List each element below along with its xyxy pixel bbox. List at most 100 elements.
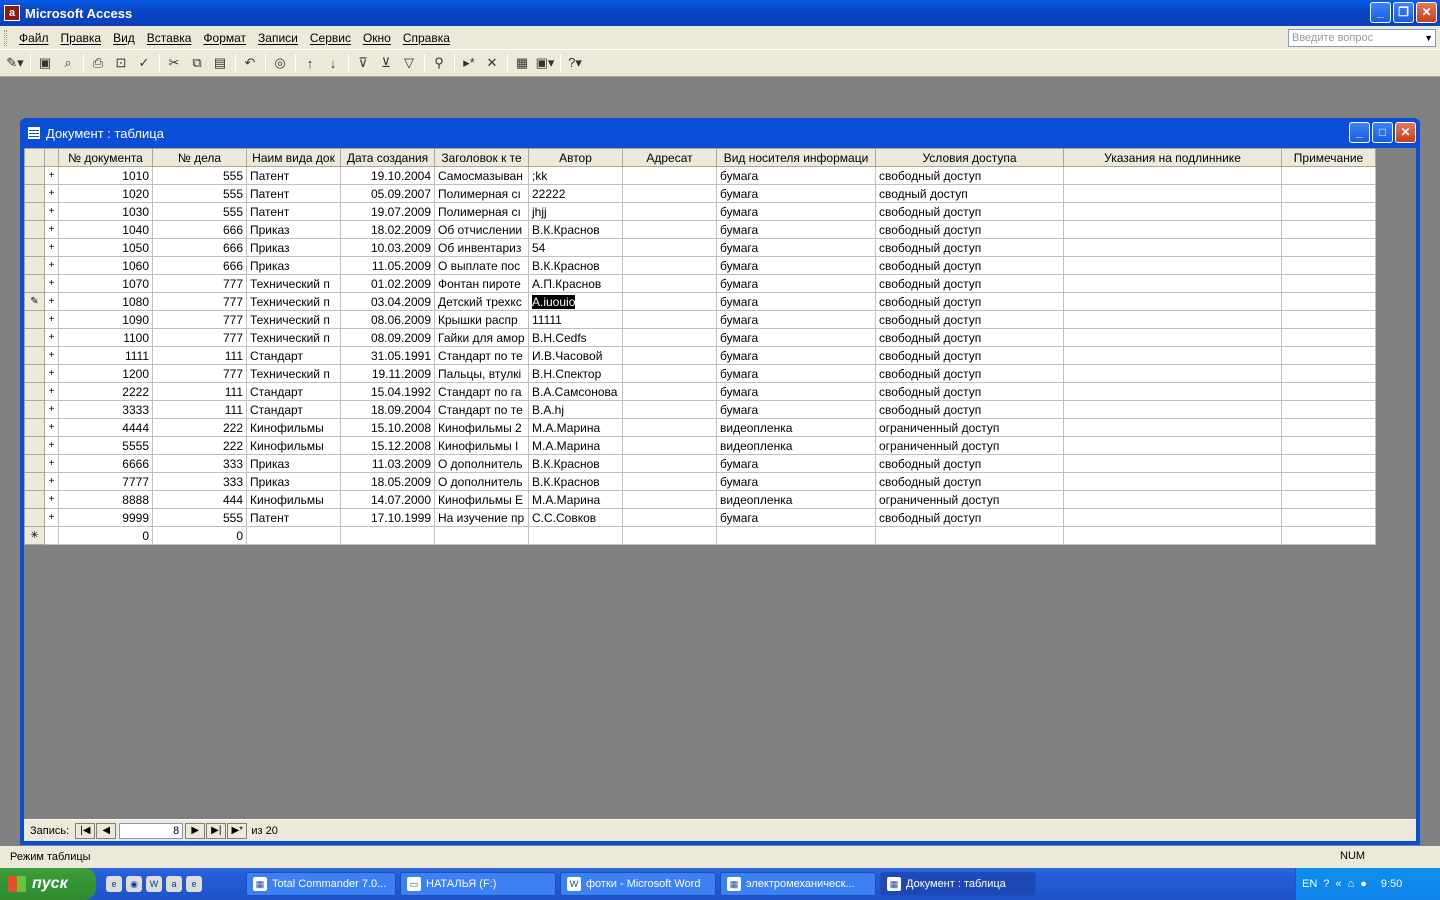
table-cell[interactable]: Приказ — [246, 454, 341, 473]
expand-subdatasheet-button[interactable]: + — [44, 454, 59, 473]
table-cell[interactable]: 111 — [152, 382, 247, 401]
column-header[interactable]: Адресат — [622, 148, 717, 167]
word-icon[interactable]: W — [146, 876, 162, 892]
table-cell[interactable]: свободный доступ — [875, 238, 1064, 257]
table-cell[interactable] — [622, 400, 717, 419]
select-all-cell[interactable] — [24, 148, 45, 167]
record-selector[interactable] — [24, 400, 45, 419]
expand-subdatasheet-button[interactable]: + — [44, 382, 59, 401]
table-cell[interactable]: бумага — [716, 166, 876, 185]
table-cell[interactable]: сводный доступ — [875, 184, 1064, 203]
table-cell[interactable]: 22222 — [528, 184, 623, 203]
taskbar-word[interactable]: Wфотки - Microsoft Word — [560, 872, 716, 896]
record-selector[interactable] — [24, 256, 45, 275]
new-record-cell[interactable] — [1281, 526, 1376, 545]
file-search-icon[interactable]: ⌕ — [57, 52, 79, 74]
table-cell[interactable]: В.Н.Cedfs — [528, 328, 623, 347]
new-record-selector[interactable]: ✳ — [24, 526, 45, 545]
table-cell[interactable]: свободный доступ — [875, 166, 1064, 185]
table-cell[interactable]: Полимерная сı — [434, 184, 529, 203]
chrome-icon[interactable]: ◉ — [126, 876, 142, 892]
table-cell[interactable]: бумага — [716, 220, 876, 239]
table-cell[interactable] — [622, 292, 717, 311]
table-cell[interactable]: Стандарт — [246, 400, 341, 419]
table-cell[interactable]: Патент — [246, 508, 341, 527]
table-cell[interactable]: 1090 — [58, 310, 153, 329]
table-cell[interactable] — [622, 508, 717, 527]
column-header[interactable]: Заголовок к те — [434, 148, 529, 167]
table-cell[interactable] — [622, 256, 717, 275]
table-cell[interactable]: 1020 — [58, 184, 153, 203]
column-header[interactable]: Дата создания — [340, 148, 435, 167]
column-header[interactable]: Вид носителя информаци — [716, 148, 876, 167]
table-cell[interactable]: свободный доступ — [875, 364, 1064, 383]
table-cell[interactable]: Самосмазыван — [434, 166, 529, 185]
current-record-input[interactable]: 8 — [119, 822, 184, 839]
table-cell[interactable]: 17.10.1999 — [340, 508, 435, 527]
table-cell[interactable]: 333 — [152, 472, 247, 491]
table-cell[interactable] — [1063, 418, 1282, 437]
column-header[interactable]: Примечание — [1281, 148, 1376, 167]
menu-file[interactable]: Файл — [13, 31, 55, 45]
expand-subdatasheet-button[interactable]: + — [44, 472, 59, 491]
table-cell[interactable] — [622, 184, 717, 203]
expand-subdatasheet-button[interactable]: + — [44, 184, 59, 203]
table-cell[interactable]: О дополнитель — [434, 472, 529, 491]
table-cell[interactable]: Гайки для амор — [434, 328, 529, 347]
table-cell[interactable]: 111 — [152, 346, 247, 365]
table-cell[interactable] — [1281, 238, 1376, 257]
table-cell[interactable] — [1063, 184, 1282, 203]
table-cell[interactable]: 777 — [152, 292, 247, 311]
expand-subdatasheet-button[interactable]: + — [44, 328, 59, 347]
table-cell[interactable]: Фонтан пироте — [434, 274, 529, 293]
table-cell[interactable] — [1063, 310, 1282, 329]
table-cell[interactable]: 777 — [152, 328, 247, 347]
expand-subdatasheet-button[interactable]: + — [44, 238, 59, 257]
table-cell[interactable]: бумага — [716, 328, 876, 347]
table-cell[interactable]: свободный доступ — [875, 328, 1064, 347]
menu-view[interactable]: Вид — [107, 31, 141, 45]
table-cell[interactable]: Детский трехкс — [434, 292, 529, 311]
new-record-cell[interactable] — [528, 526, 623, 545]
table-cell[interactable]: В.Н.Спектор — [528, 364, 623, 383]
table-cell[interactable]: 222 — [152, 436, 247, 455]
table-cell[interactable] — [1063, 166, 1282, 185]
table-cell[interactable] — [1063, 364, 1282, 383]
table-cell[interactable] — [1281, 256, 1376, 275]
table-cell[interactable] — [622, 472, 717, 491]
expand-subdatasheet-button[interactable]: + — [44, 400, 59, 419]
menu-records[interactable]: Записи — [252, 31, 304, 45]
table-cell[interactable]: 1060 — [58, 256, 153, 275]
table-cell[interactable]: 19.11.2009 — [340, 364, 435, 383]
expand-subdatasheet-button[interactable]: + — [44, 310, 59, 329]
hyperlink-icon[interactable]: ◎ — [269, 52, 291, 74]
table-cell[interactable]: 11.03.2009 — [340, 454, 435, 473]
table-cell[interactable]: Технический п — [246, 292, 341, 311]
table-cell[interactable]: 31.05.1991 — [340, 346, 435, 365]
table-cell[interactable] — [1281, 220, 1376, 239]
taskbar-drive-f[interactable]: ▭ НАТАЛЬЯ (F:) — [400, 872, 556, 896]
table-cell[interactable]: Приказ — [246, 472, 341, 491]
table-cell[interactable]: 777 — [152, 310, 247, 329]
menu-tools[interactable]: Сервис — [304, 31, 357, 45]
column-header[interactable]: Условия доступа — [875, 148, 1064, 167]
expand-subdatasheet-button[interactable]: + — [44, 292, 59, 311]
menu-edit[interactable]: Правка — [55, 31, 108, 45]
language-indicator[interactable]: EN — [1302, 878, 1317, 890]
table-cell[interactable] — [622, 490, 717, 509]
table-cell[interactable]: видеопленка — [716, 418, 876, 437]
column-header[interactable]: № дела — [152, 148, 247, 167]
table-cell[interactable] — [622, 202, 717, 221]
table-cell[interactable] — [622, 238, 717, 257]
expand-subdatasheet-button[interactable]: + — [44, 508, 59, 527]
table-cell[interactable] — [1063, 292, 1282, 311]
menu-help[interactable]: Справка — [397, 31, 456, 45]
table-cell[interactable]: А.П.Краснов — [528, 274, 623, 293]
undo-icon[interactable]: ↶ — [239, 52, 261, 74]
table-cell[interactable]: Стандарт по те — [434, 346, 529, 365]
expand-subdatasheet-button[interactable]: + — [44, 274, 59, 293]
antivirus-icon[interactable]: ● — [1360, 878, 1367, 890]
table-cell[interactable] — [1281, 400, 1376, 419]
menu-window[interactable]: Окно — [357, 31, 397, 45]
start-button[interactable]: пуск — [0, 868, 96, 900]
